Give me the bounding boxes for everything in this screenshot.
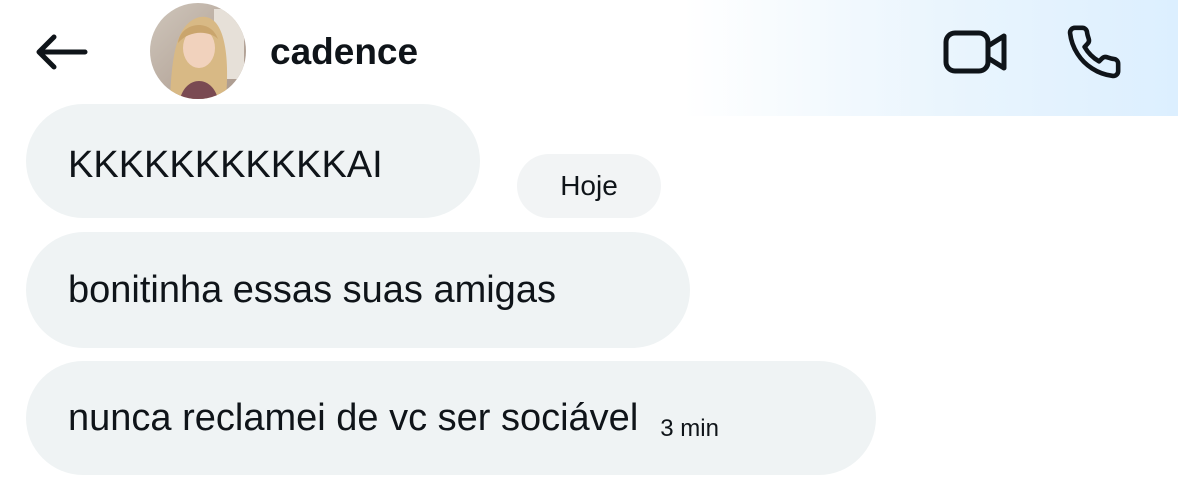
- message-text: KKKKKKKKKKKAI: [68, 144, 383, 186]
- back-button[interactable]: [30, 27, 90, 77]
- video-camera-icon: [943, 30, 1007, 74]
- message-bubble[interactable]: nunca reclamei de vc ser sociável 3 min: [26, 361, 876, 475]
- phone-icon: [1067, 25, 1121, 79]
- message-timestamp: 3 min: [660, 415, 719, 442]
- arrow-left-icon: [36, 34, 88, 70]
- voice-call-button[interactable]: [1062, 22, 1126, 82]
- message-bubble[interactable]: KKKKKKKKKKKAI: [26, 104, 480, 218]
- message-text: bonitinha essas suas amigas: [68, 269, 556, 311]
- avatar[interactable]: [150, 3, 246, 99]
- chat-header: cadence: [0, 0, 1178, 116]
- contact-name[interactable]: cadence: [270, 30, 418, 74]
- message-text: nunca reclamei de vc ser sociável: [68, 397, 639, 439]
- date-label: Hoje: [560, 170, 618, 201]
- date-separator: Hoje: [517, 154, 661, 218]
- message-bubble[interactable]: bonitinha essas suas amigas: [26, 232, 690, 348]
- video-call-button[interactable]: [940, 24, 1010, 80]
